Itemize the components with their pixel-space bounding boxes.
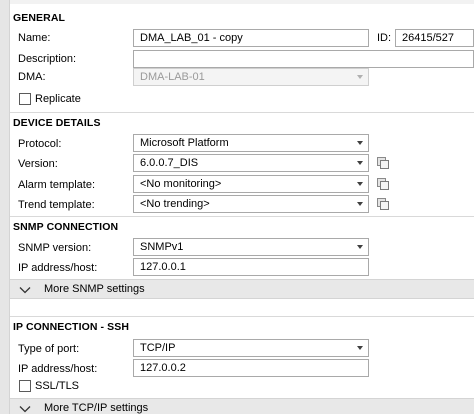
more-tcpip-settings-label: More TCP/IP settings [44,402,149,414]
trend-template-select-value: <No trending> [140,198,210,210]
trend-template-label: Trend template: [18,199,95,211]
left-gutter [0,0,10,414]
dropdown-caret-icon [357,202,363,206]
version-select-value: 6.0.0.7_DIS [140,157,199,169]
dropdown-caret-icon [357,245,363,249]
section-title-ip-connection: IP CONNECTION - SSH [13,321,130,333]
chevron-down-icon [19,406,31,413]
copy-icon[interactable] [376,197,390,211]
alarm-template-select-value: <No monitoring> [140,178,222,190]
snmp-version-label: SNMP version: [18,242,92,254]
copy-icon[interactable] [376,156,390,170]
port-type-select[interactable]: TCP/IP [133,339,369,357]
name-field[interactable]: DMA_LAB_01 - copy [133,29,369,47]
more-snmp-settings-label: More SNMP settings [44,283,145,295]
more-snmp-settings-expander[interactable]: More SNMP settings [10,279,474,299]
section-divider [10,316,474,317]
dropdown-caret-icon [357,75,363,79]
copy-icon[interactable] [376,177,390,191]
protocol-select[interactable]: Microsoft Platform [133,134,369,152]
snmp-version-select-value: SNMPv1 [140,241,184,253]
top-strip [10,0,474,4]
more-tcpip-settings-expander[interactable]: More TCP/IP settings [10,398,474,414]
section-divider [10,112,474,113]
element-properties-panel: GENERAL Name: DMA_LAB_01 - copy ID: 2641… [0,0,474,414]
id-label: ID: [377,32,392,44]
replicate-checkbox[interactable] [19,93,31,105]
dma-select-value: DMA-LAB-01 [140,71,205,83]
dropdown-caret-icon [357,182,363,186]
description-label: Description: [18,53,77,65]
port-type-label: Type of port: [18,343,80,355]
dropdown-caret-icon [357,346,363,350]
chevron-down-icon [19,287,31,294]
protocol-select-value: Microsoft Platform [140,137,229,149]
snmp-ip-field[interactable]: 127.0.0.1 [133,258,369,276]
dma-select: DMA-LAB-01 [133,68,369,86]
snmp-ip-label: IP address/host: [18,262,98,274]
snmp-version-select[interactable]: SNMPv1 [133,238,369,256]
name-label: Name: [18,32,51,44]
dma-label: DMA: [18,71,46,83]
port-type-select-value: TCP/IP [140,342,176,354]
section-title-snmp: SNMP CONNECTION [13,221,119,233]
version-select[interactable]: 6.0.0.7_DIS [133,154,369,172]
section-title-general: GENERAL [13,12,66,24]
dropdown-caret-icon [357,141,363,145]
alarm-template-select[interactable]: <No monitoring> [133,175,369,193]
replicate-label: Replicate [35,93,81,105]
section-title-device-details: DEVICE DETAILS [13,117,101,129]
ip-address-field[interactable]: 127.0.0.2 [133,359,369,377]
version-label: Version: [18,158,58,170]
trend-template-select[interactable]: <No trending> [133,195,369,213]
id-field[interactable]: 26415/527 [395,29,474,47]
ssl-tls-checkbox[interactable] [19,380,31,392]
dropdown-caret-icon [357,161,363,165]
protocol-label: Protocol: [18,138,62,150]
alarm-template-label: Alarm template: [18,179,96,191]
section-divider [10,216,474,217]
description-field[interactable] [133,50,474,68]
ssl-tls-label: SSL/TLS [35,380,80,392]
ip-address-label: IP address/host: [18,363,98,375]
